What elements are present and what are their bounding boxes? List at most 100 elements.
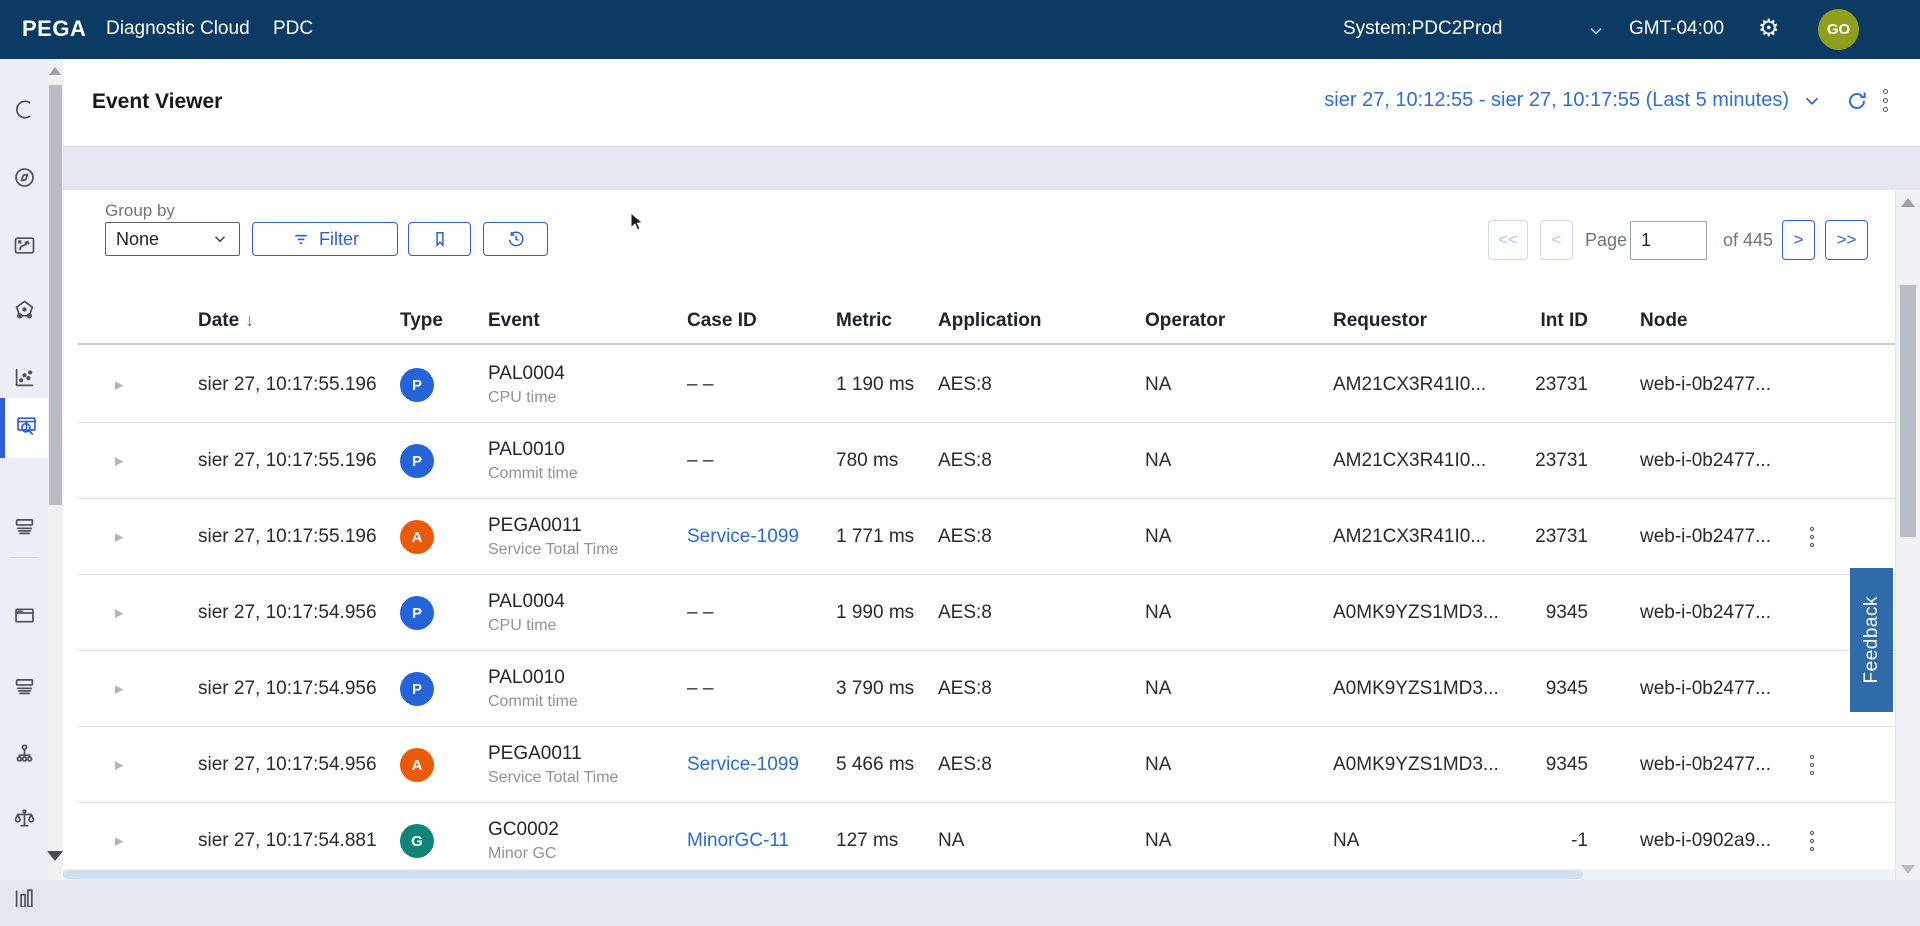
event-type-badge: A	[400, 748, 434, 782]
sidebar-item-scales[interactable]	[0, 792, 48, 852]
hscroll-thumb[interactable]	[63, 870, 1583, 879]
page-header: Event Viewer sier 27, 10:12:55 - sier 27…	[63, 59, 1920, 147]
operator-value: NA	[1145, 678, 1171, 700]
event-cell: PEGA0011 Service Total Time	[488, 515, 618, 559]
expand-row-icon[interactable]: ▶	[115, 607, 123, 620]
next-page-button[interactable]: >	[1782, 220, 1815, 260]
row-kebab-menu-icon[interactable]	[1808, 525, 1816, 549]
event-code: PAL0004	[488, 591, 565, 613]
gear-icon[interactable]: ⚙	[1758, 14, 1780, 43]
column-header-app[interactable]: Application	[938, 310, 1041, 332]
event-type-badge: P	[400, 368, 434, 402]
expand-row-icon[interactable]: ▶	[115, 455, 123, 468]
node-value: web-i-0b2477...	[1640, 678, 1771, 700]
vscroll-thumb[interactable]	[1900, 285, 1916, 537]
vertical-scrollbar[interactable]	[1895, 190, 1920, 880]
operator-value: NA	[1145, 374, 1171, 396]
sidebar-item-browser-window[interactable]	[0, 588, 48, 648]
table-header: Date↓ Type Event Case ID Metric Application Op…	[63, 300, 1895, 345]
column-header-event[interactable]: Event	[488, 310, 540, 332]
sidebar-item-server-stack[interactable]	[0, 498, 48, 558]
prev-page-button[interactable]: <	[1540, 220, 1573, 260]
scroll-down-icon[interactable]	[47, 851, 63, 861]
group-by-select[interactable]: None	[105, 222, 240, 256]
feedback-button[interactable]: Feedback	[1850, 568, 1893, 712]
page-number-input[interactable]	[1630, 221, 1707, 260]
chevron-down-icon[interactable]	[1586, 21, 1606, 41]
sidebar-item-bar-chart[interactable]	[0, 866, 48, 926]
node-value: web-i-0b2477...	[1640, 374, 1771, 396]
event-description: Service Total Time	[488, 541, 618, 559]
requestor-value: AM21CX3R41I0...	[1333, 450, 1486, 472]
org-tree-icon	[11, 740, 38, 772]
row-kebab-menu-icon[interactable]	[1808, 753, 1816, 777]
date-value: sier 27, 10:17:55.196	[198, 374, 377, 396]
scroll-up-icon[interactable]	[1901, 198, 1915, 207]
expand-row-icon[interactable]: ▶	[115, 759, 123, 772]
expand-row-icon[interactable]: ▶	[115, 835, 123, 848]
sidebar-item-org-tree[interactable]	[0, 726, 48, 786]
bookmark-icon	[430, 229, 450, 249]
case-id-link[interactable]: Service-1099	[687, 754, 799, 776]
column-header-node[interactable]: Node	[1640, 310, 1688, 332]
column-header-case[interactable]: Case ID	[687, 310, 757, 332]
sidebar-item-server-stack[interactable]	[0, 658, 48, 718]
operator-value: NA	[1145, 754, 1171, 776]
history-icon	[506, 229, 526, 249]
horizontal-scrollbar[interactable]	[63, 869, 1895, 880]
filter-button-label: Filter	[319, 229, 359, 250]
sidebar-item-playbook[interactable]	[0, 218, 48, 278]
case-id-link[interactable]: MinorGC-11	[687, 830, 789, 852]
int-id-value: 23731	[1488, 526, 1588, 548]
column-header-intid[interactable]: Int ID	[1488, 310, 1588, 332]
history-button[interactable]	[483, 222, 548, 256]
expand-row-icon[interactable]: ▶	[115, 531, 123, 544]
sidebar-item-pentagon-nodes[interactable]	[0, 282, 48, 342]
scroll-down-icon[interactable]	[1901, 865, 1915, 874]
chevron-down-icon[interactable]	[1801, 90, 1823, 112]
event-description: Minor GC	[488, 845, 559, 863]
column-header-metric[interactable]: Metric	[836, 310, 892, 332]
scroll-up-icon[interactable]	[49, 67, 61, 75]
compass-icon	[11, 164, 38, 196]
table-row: ▶ sier 27, 10:17:54.956 A PEGA0011 Servi…	[63, 727, 1895, 803]
event-description: CPU time	[488, 389, 565, 407]
sidebar-scrollbar[interactable]	[48, 59, 63, 880]
event-code: PEGA0011	[488, 743, 618, 765]
column-header-operator[interactable]: Operator	[1145, 310, 1225, 332]
node-value: web-i-0b2477...	[1640, 602, 1771, 624]
page-label: Page	[1585, 230, 1627, 251]
column-header-date[interactable]: Date↓	[198, 310, 254, 332]
column-header-requestor[interactable]: Requestor	[1333, 310, 1427, 332]
system-selector[interactable]: System:PDC2Prod	[1343, 18, 1502, 40]
sidebar-scroll-thumb[interactable]	[49, 85, 62, 505]
chevron-down-icon	[211, 230, 229, 248]
column-header-type[interactable]: Type	[400, 310, 443, 332]
bookmark-button[interactable]	[408, 222, 471, 256]
int-id-value: 9345	[1488, 678, 1588, 700]
product-name: Diagnostic Cloud	[106, 18, 250, 40]
date-value: sier 27, 10:17:55.196	[198, 526, 377, 548]
application-value: AES:8	[938, 678, 992, 700]
event-type-badge: P	[400, 672, 434, 706]
first-page-button[interactable]: <<	[1488, 220, 1528, 260]
case-id-value: – –	[687, 450, 713, 472]
event-description: Commit time	[488, 693, 578, 711]
date-range-picker[interactable]: sier 27, 10:12:55 - sier 27, 10:17:55 (L…	[1324, 89, 1789, 112]
expand-row-icon[interactable]: ▶	[115, 683, 123, 696]
row-kebab-menu-icon[interactable]	[1808, 829, 1816, 853]
playbook-icon	[11, 232, 38, 264]
event-type-badge: P	[400, 596, 434, 630]
sidebar-item-compass[interactable]	[0, 150, 48, 210]
filter-button[interactable]: Filter	[252, 222, 398, 256]
refresh-icon[interactable]	[1845, 89, 1869, 113]
metric-value: 1 990 ms	[836, 602, 914, 624]
kebab-menu-icon[interactable]	[1881, 87, 1890, 114]
avatar[interactable]: GO	[1818, 9, 1859, 50]
case-id-link[interactable]: Service-1099	[687, 526, 799, 548]
pega-logo: PEGA	[22, 16, 86, 42]
last-page-button[interactable]: >>	[1825, 220, 1868, 260]
sidebar-item-event-search[interactable]	[0, 398, 48, 458]
expand-row-icon[interactable]: ▶	[115, 379, 123, 392]
sidebar-item-gauge[interactable]	[0, 82, 48, 142]
